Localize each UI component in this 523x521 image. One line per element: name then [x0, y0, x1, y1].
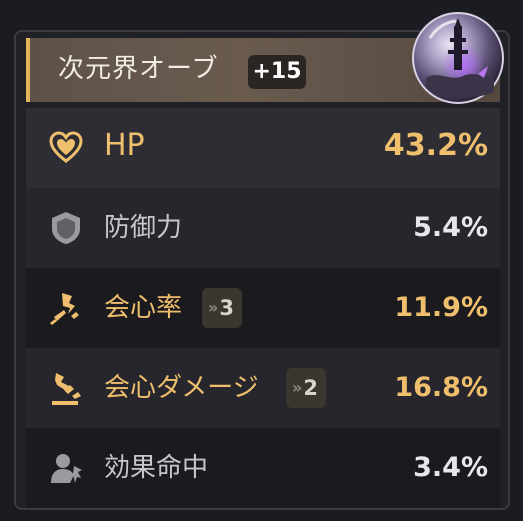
- stat-label-effect-hit: 効果命中: [104, 453, 209, 483]
- stat-value-effect-hit: 3.4%: [413, 452, 488, 483]
- shield-icon: [52, 212, 80, 244]
- upgrade-count: 2: [303, 376, 318, 400]
- stat-label-def: 防御力: [104, 213, 183, 243]
- sub-stat-row-crit-rate: 会心率 »3 11.9%: [26, 268, 500, 348]
- crit-damage-icon: [52, 373, 81, 405]
- relic-name: 次元界オーブ: [58, 54, 219, 84]
- stat-value-hp: 43.2%: [383, 128, 488, 163]
- crit-rate-icon: [50, 293, 79, 325]
- stat-label-crit-dmg: 会心ダメージ: [104, 373, 259, 403]
- sub-stat-row-def: 防御力 5.4%: [26, 188, 500, 268]
- stat-label-hp: HP: [104, 128, 145, 163]
- stat-value-crit-dmg: 16.8%: [394, 372, 488, 403]
- stat-value-def: 5.4%: [413, 212, 488, 243]
- stat-label-crit-rate: 会心率: [104, 293, 183, 323]
- upgrade-count-badge: »3: [202, 288, 242, 328]
- sub-stat-row-crit-dmg: 会心ダメージ »2 16.8%: [26, 348, 500, 428]
- double-chevron-icon: »: [292, 378, 303, 397]
- relic-level-badge: +15: [248, 55, 306, 89]
- upgrade-count-badge: »2: [286, 368, 326, 408]
- main-stat-row: HP 43.2%: [26, 108, 500, 188]
- heart-icon: [49, 131, 83, 163]
- double-chevron-icon: »: [208, 298, 219, 317]
- upgrade-count: 3: [219, 296, 234, 320]
- planar-orb-icon: [412, 12, 504, 104]
- sub-stat-row-effect-hit: 効果命中 3.4%: [26, 428, 500, 508]
- stat-value-crit-rate: 11.9%: [394, 292, 488, 323]
- effect-hit-icon: [51, 454, 82, 483]
